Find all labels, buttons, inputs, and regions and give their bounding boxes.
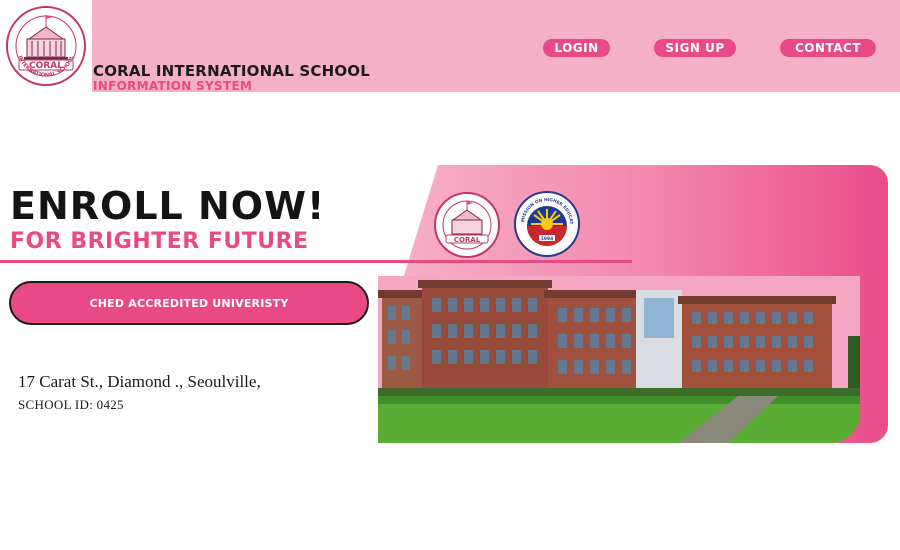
school-id: SCHOOL ID: 0425 — [18, 397, 124, 412]
hero-subheadline: FOR BRIGHTER FUTURE — [10, 229, 309, 254]
coral-seal-icon: CORAL — [434, 192, 500, 258]
signup-button[interactable]: SIGN UP — [654, 39, 736, 57]
school-crest-icon: CORAL INTERNATIONAL SCHOOL — [6, 6, 86, 86]
hero-headline: ENROLL NOW! — [10, 184, 326, 228]
svg-text:CORAL: CORAL — [454, 236, 481, 244]
header-bar: CORAL INTERNATIONAL SCHOOL CORAL INTERNA… — [0, 0, 900, 93]
school-address: 17 Carat St., Diamond ., Seoulville, — [18, 372, 261, 391]
ched-seal-icon: COMMISSION ON HIGHER EDUCATION 1994 — [514, 191, 580, 257]
contact-button[interactable]: CONTACT — [780, 39, 876, 57]
school-logo[interactable]: CORAL INTERNATIONAL SCHOOL — [0, 0, 92, 92]
campus-building-photo — [378, 276, 860, 443]
school-name: CORAL INTERNATIONAL SCHOOL — [93, 62, 370, 80]
svg-text:1994: 1994 — [541, 236, 554, 242]
ched-accredited-button[interactable]: CHED ACCREDITED UNIVERISTY — [9, 281, 369, 325]
divider-line — [0, 260, 632, 263]
system-subtitle: INFORMATION SYSTEM — [93, 79, 253, 93]
login-button[interactable]: LOGIN — [543, 39, 610, 57]
